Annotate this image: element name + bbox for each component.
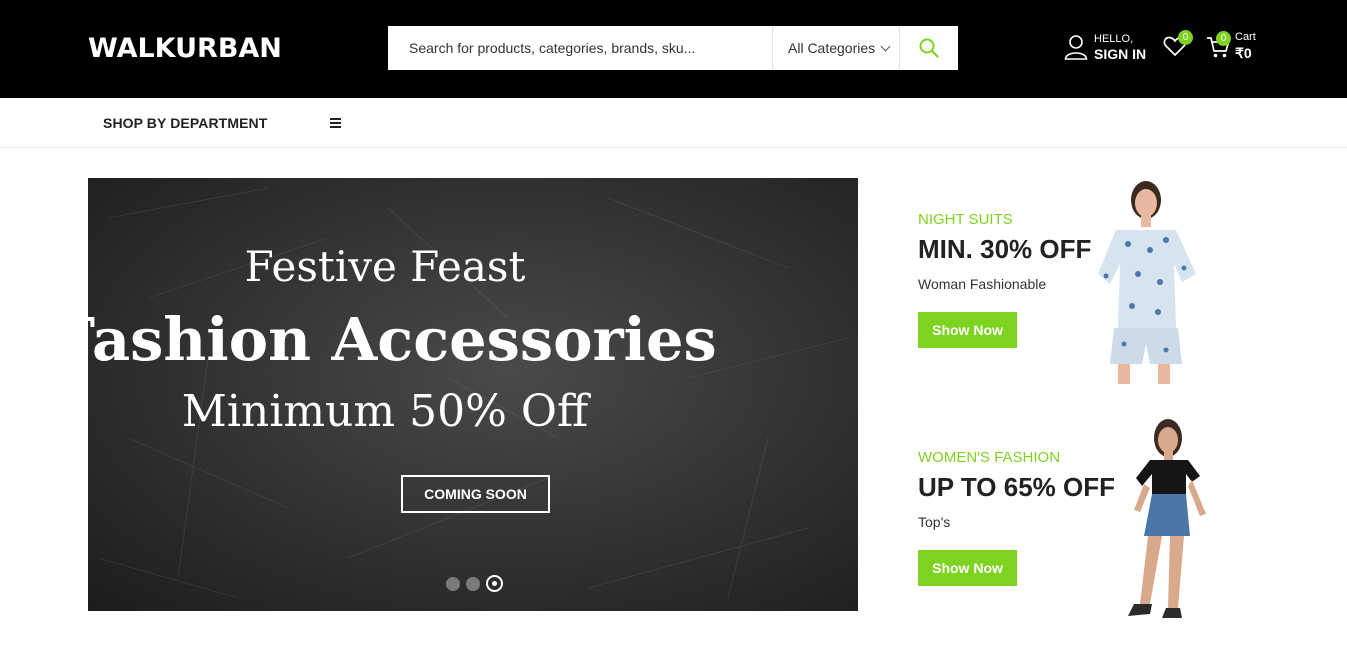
- carousel-dots: [446, 575, 509, 592]
- hero-line-3: Minimum 50% Off: [181, 386, 589, 437]
- account-hello: HELLO,: [1094, 33, 1134, 45]
- carousel-dot[interactable]: [446, 576, 460, 591]
- search-icon: [919, 38, 939, 58]
- cart-label: Cart: [1235, 31, 1256, 43]
- menu-icon[interactable]: [330, 118, 341, 128]
- cart-summary[interactable]: Cart ₹0: [1235, 31, 1256, 62]
- cart-button[interactable]: 0: [1206, 31, 1231, 64]
- womens-fashion-model-image: [1128, 419, 1206, 618]
- coming-soon-button[interactable]: COMING SOON: [401, 475, 550, 513]
- site-logo[interactable]: WALKURBAN: [88, 33, 282, 64]
- account-link[interactable]: HELLO, SIGN IN: [1064, 33, 1146, 62]
- category-select-label: All Categories: [788, 40, 876, 56]
- chevron-down-icon: [880, 41, 891, 51]
- sign-in-link[interactable]: SIGN IN: [1094, 46, 1146, 62]
- wishlist-button[interactable]: 0: [1163, 30, 1193, 62]
- search-bar: All Categories: [388, 26, 958, 70]
- category-select[interactable]: All Categories: [772, 26, 900, 70]
- department-nav: SHOP BY DEPARTMENT: [0, 98, 1347, 148]
- carousel-dot-active[interactable]: [486, 575, 503, 592]
- show-now-button[interactable]: Show Now: [918, 312, 1017, 348]
- top-header: WALKURBAN All Categories HELLO, SIGN IN …: [0, 0, 1347, 98]
- search-input[interactable]: [388, 26, 772, 70]
- night-suit-model-image: [1098, 181, 1196, 384]
- user-icon: [1064, 35, 1088, 61]
- hero-title: Fashion Accessories: [53, 305, 717, 374]
- show-now-button[interactable]: Show Now: [918, 550, 1017, 586]
- search-button[interactable]: [900, 26, 958, 70]
- carousel-dot[interactable]: [466, 576, 480, 591]
- wishlist-count-badge: 0: [1178, 30, 1193, 45]
- cart-total: ₹0: [1235, 44, 1252, 61]
- hero-line-1: Festive Feast: [244, 242, 526, 291]
- cart-count-badge: 0: [1216, 31, 1231, 46]
- shop-by-department[interactable]: SHOP BY DEPARTMENT: [103, 115, 267, 131]
